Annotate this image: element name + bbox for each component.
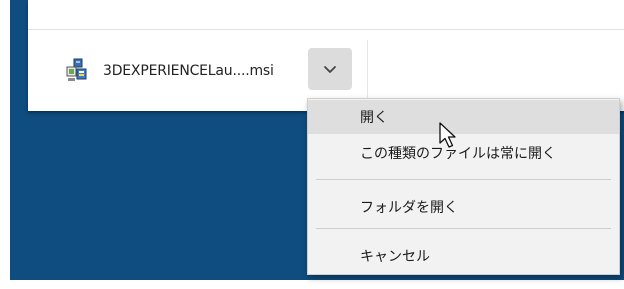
- menu-item-open[interactable]: 開く: [308, 100, 619, 134]
- menu-separator: [316, 179, 611, 180]
- bar-divider: [28, 29, 624, 30]
- chevron-down-icon: [324, 65, 336, 73]
- menu-item-always-open-type[interactable]: この種類のファイルは常に開く: [308, 136, 619, 170]
- mouse-pointer-icon: [439, 122, 456, 148]
- menu-item-show-in-folder[interactable]: フォルダを開く: [308, 190, 619, 224]
- download-file-name[interactable]: 3DEXPERIENCELau....msi: [103, 63, 274, 79]
- download-bar: 3DEXPERIENCELau....msi: [28, 0, 624, 111]
- download-item-separator: [367, 40, 368, 100]
- download-context-menu: 開く この種類のファイルは常に開く フォルダを開く キャンセル: [307, 98, 620, 275]
- msi-installer-icon: [66, 58, 87, 81]
- menu-separator: [316, 228, 611, 229]
- menu-item-cancel[interactable]: キャンセル: [308, 239, 619, 273]
- download-options-button[interactable]: [308, 48, 352, 90]
